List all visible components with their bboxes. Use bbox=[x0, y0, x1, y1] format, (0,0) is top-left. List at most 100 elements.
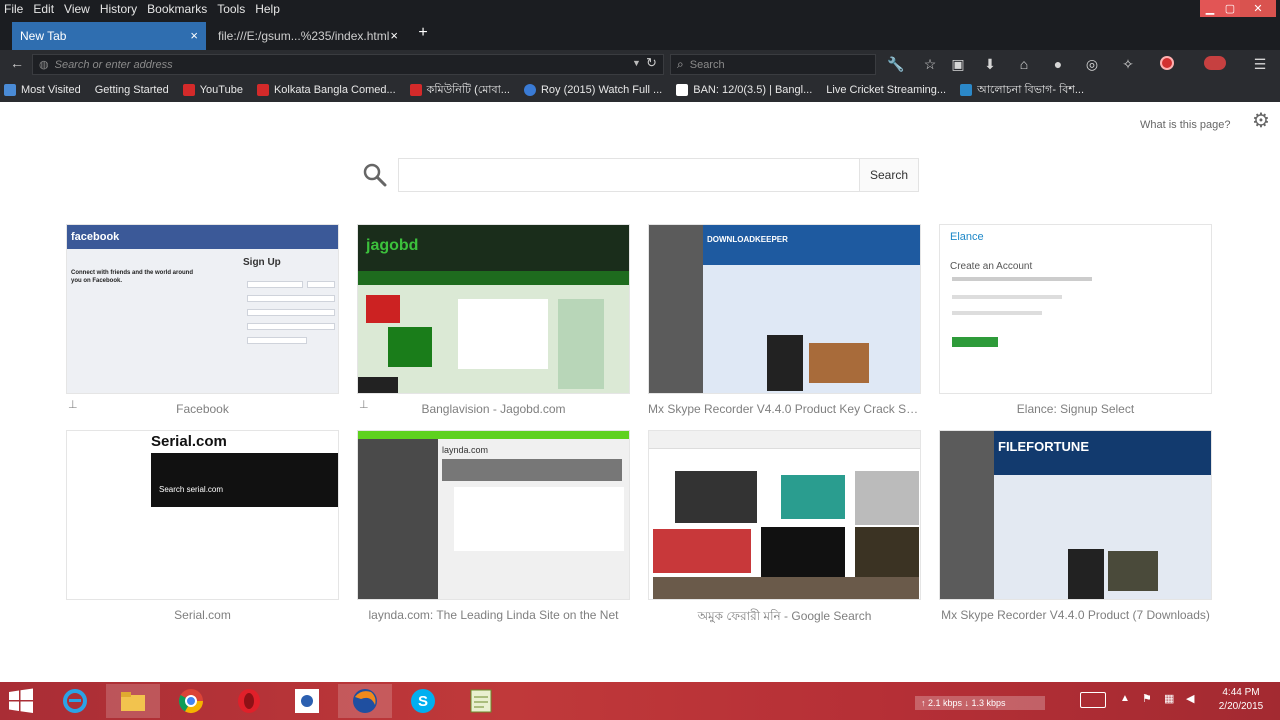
bookmark-label: Getting Started bbox=[94, 84, 169, 96]
tile-title: Elance: Signup Select bbox=[1016, 402, 1135, 416]
screen-recorder-icon[interactable] bbox=[280, 684, 334, 718]
site-icon bbox=[523, 84, 536, 96]
menu-view[interactable]: View bbox=[59, 2, 95, 16]
menu-history[interactable]: History bbox=[95, 2, 142, 16]
bookmark-live-cricket[interactable]: Live Cricket Streaming... bbox=[826, 84, 946, 96]
thumbnail-image bbox=[675, 471, 757, 523]
tile-skype-recorder-downloads[interactable]: FILEFORTUNE bbox=[939, 430, 1212, 600]
window-maximize-button[interactable]: ▢ bbox=[1220, 0, 1240, 17]
chat-icon[interactable]: ● bbox=[1048, 55, 1068, 73]
search-button[interactable]: Search bbox=[859, 158, 919, 192]
thumbnail-field bbox=[307, 281, 335, 288]
tile-serial[interactable]: Serial.com Search serial.com bbox=[66, 430, 339, 600]
menu-tools[interactable]: Tools bbox=[212, 2, 250, 16]
menu-file[interactable]: File bbox=[0, 2, 28, 16]
clipboard-icon[interactable]: ▣ bbox=[948, 55, 968, 73]
address-dropdown-icon[interactable]: ▼ bbox=[632, 58, 641, 68]
thumbnail-logo: Elance bbox=[950, 231, 984, 243]
opera-icon[interactable] bbox=[222, 684, 276, 718]
tile-banglavision[interactable]: jagobd bbox=[357, 224, 630, 394]
record-extension-icon[interactable] bbox=[1160, 56, 1174, 70]
internet-explorer-icon[interactable] bbox=[48, 684, 102, 718]
thumbnail-text-line bbox=[952, 311, 1042, 315]
action-center-flag-icon[interactable]: ⚑ bbox=[1142, 692, 1152, 705]
bookmark-community[interactable]: কমিউনিটি (মোবা... bbox=[409, 81, 510, 100]
thumbnail-image bbox=[767, 335, 803, 391]
addon-icon[interactable]: ✧ bbox=[1118, 55, 1138, 73]
tab-strip: New Tab × file:///E:/gsum...%235/index.h… bbox=[0, 18, 1280, 50]
thumbnail-logo: jagobd bbox=[366, 237, 419, 254]
svg-text:S: S bbox=[418, 693, 428, 710]
thumbnail-image bbox=[855, 471, 919, 525]
extension-badge-icon[interactable] bbox=[1204, 56, 1226, 70]
new-tab-plus-icon[interactable]: + bbox=[416, 24, 430, 42]
notepad-icon[interactable] bbox=[454, 684, 508, 718]
search-bar[interactable]: ⌕ Search bbox=[670, 54, 876, 75]
tab-new-tab[interactable]: New Tab × bbox=[12, 22, 206, 50]
thumbnail-sidebar bbox=[649, 225, 703, 393]
gear-icon[interactable]: ⚙ bbox=[1250, 110, 1272, 132]
wrench-icon[interactable]: 🔧 bbox=[886, 55, 906, 73]
menu-edit[interactable]: Edit bbox=[28, 2, 59, 16]
clock-time: 4:44 PM bbox=[1222, 687, 1260, 698]
thumbnail-text-line bbox=[952, 277, 1092, 281]
tile-laynda[interactable]: laynda.com bbox=[357, 430, 630, 600]
bookmark-star-icon[interactable]: ☆ bbox=[920, 55, 940, 73]
bookmark-cricket-score[interactable]: BAN: 12/0(3.5) | Bangl... bbox=[676, 84, 812, 96]
network-icon[interactable]: ▦ bbox=[1164, 692, 1174, 705]
what-is-this-page-link[interactable]: What is this page? bbox=[1140, 119, 1231, 131]
chrome-icon[interactable] bbox=[164, 684, 218, 718]
thumbnail-text-line bbox=[952, 295, 1062, 299]
bookmark-label: Live Cricket Streaming... bbox=[826, 84, 947, 96]
tab-file-index[interactable]: file:///E:/gsum...%235/index.html × bbox=[210, 22, 406, 50]
menu-bar: File Edit View History Bookmarks Tools H… bbox=[0, 0, 1280, 18]
address-bar[interactable]: ◍ Search or enter address bbox=[32, 54, 664, 75]
menu-help[interactable]: Help bbox=[250, 2, 285, 16]
home-icon[interactable]: ⌂ bbox=[1014, 55, 1034, 73]
tile-facebook[interactable]: facebook Sign Up Connect with friends an… bbox=[66, 224, 339, 394]
reload-icon[interactable]: ↻ bbox=[646, 55, 657, 71]
tile-google-search[interactable] bbox=[648, 430, 921, 600]
thumbnail-image bbox=[653, 529, 751, 573]
thumbnail-nav bbox=[358, 271, 629, 285]
tab-label: file:///E:/gsum...%235/index.html bbox=[218, 29, 390, 43]
firefox-icon[interactable] bbox=[338, 684, 392, 718]
address-placeholder: Search or enter address bbox=[54, 58, 173, 71]
bookmark-bangla[interactable]: আলোচনা বিভাগ- বিশ... bbox=[960, 81, 1084, 100]
new-tab-page: What is this page? ⚙ Search facebook Sig… bbox=[0, 102, 1280, 682]
thumbnail-field bbox=[247, 295, 335, 302]
thumbnail-image bbox=[1108, 551, 1158, 591]
system-clock[interactable]: 4:44 PM 2/20/2015 bbox=[1210, 686, 1272, 714]
tab-close-icon[interactable]: × bbox=[190, 28, 198, 43]
thumbnail-image bbox=[388, 327, 432, 367]
menu-bookmarks[interactable]: Bookmarks bbox=[142, 2, 212, 16]
bookmark-kolkata[interactable]: Kolkata Bangla Comed... bbox=[256, 84, 396, 96]
thumbnail-image bbox=[761, 527, 845, 577]
site-icon bbox=[960, 84, 973, 96]
thumbnail-sidebar bbox=[940, 431, 994, 599]
back-arrow-icon[interactable]: ← bbox=[8, 55, 26, 73]
tray-expand-icon[interactable]: ▲ bbox=[1120, 693, 1130, 704]
windows-start-icon[interactable] bbox=[6, 686, 36, 716]
tile-elance[interactable]: Elance Create an Account bbox=[939, 224, 1212, 394]
volume-icon[interactable]: ◀ bbox=[1186, 692, 1194, 705]
skype-icon[interactable]: S bbox=[396, 684, 450, 718]
tile-title: laynda.com: The Leading Linda Site on th… bbox=[368, 608, 619, 622]
bookmark-getting-started[interactable]: Getting Started bbox=[95, 84, 169, 96]
sync-icon[interactable]: ◎ bbox=[1082, 55, 1102, 73]
menu-hamburger-icon[interactable]: ☰ bbox=[1250, 55, 1270, 73]
bookmark-most-visited[interactable]: Most Visited bbox=[4, 84, 81, 96]
search-placeholder: Search bbox=[689, 58, 725, 71]
bookmark-youtube[interactable]: YouTube bbox=[182, 84, 243, 96]
thumbnail-image bbox=[809, 343, 869, 383]
bookmark-roy[interactable]: Roy (2015) Watch Full ... bbox=[523, 84, 662, 96]
window-close-button[interactable]: ✕ bbox=[1240, 0, 1276, 17]
download-icon[interactable]: ⬇ bbox=[980, 55, 1000, 73]
window-minimize-button[interactable]: ▁ bbox=[1200, 0, 1220, 17]
tile-skype-recorder[interactable]: DOWNLOADKEEPER bbox=[648, 224, 921, 394]
file-explorer-icon[interactable] bbox=[106, 684, 160, 718]
tab-close-icon[interactable]: × bbox=[390, 28, 398, 43]
keyboard-icon[interactable] bbox=[1080, 692, 1106, 708]
navigation-bar: ← ◍ Search or enter address ▼ ↻ ⌕ Search… bbox=[0, 50, 1280, 78]
search-input[interactable] bbox=[398, 158, 860, 192]
